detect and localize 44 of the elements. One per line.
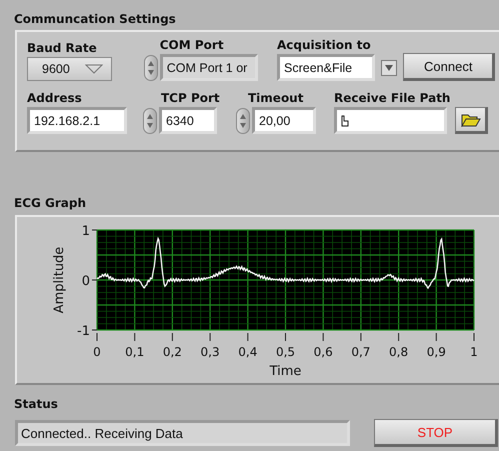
axis-title: Time <box>270 364 302 379</box>
file-path-field[interactable] <box>334 107 447 134</box>
dropdown-arrow-icon <box>385 64 393 70</box>
baud-rate-dropdown[interactable]: 9600 <box>27 57 112 81</box>
field-label: Timeout <box>247 91 304 105</box>
tick-label: -1 <box>77 324 90 339</box>
tick-label: 0,7 <box>351 345 370 359</box>
tick-label: 0,6 <box>314 345 333 359</box>
tick-label: 0,2 <box>162 345 182 359</box>
field-label: Address <box>27 91 83 105</box>
field-label: COM Port <box>158 38 225 52</box>
section-title: Status <box>13 396 59 413</box>
tick-label: 0 <box>93 345 101 359</box>
dropdown-button[interactable] <box>381 60 397 76</box>
tick-label: 0,3 <box>200 345 220 359</box>
field-label: TCP Port <box>160 91 221 105</box>
spinner-button[interactable] <box>236 108 250 134</box>
section-title: ECG Graph <box>13 195 88 212</box>
address-field[interactable]: 192.168.2.1 <box>27 107 127 134</box>
tick-label: 0,5 <box>276 345 296 359</box>
folder-icon <box>460 112 480 126</box>
field-label: Acquisition to <box>277 38 372 52</box>
tick-label: 0,4 <box>238 345 258 359</box>
tick-label: 0,1 <box>125 345 144 359</box>
browse-button[interactable] <box>455 107 488 134</box>
com-port-field[interactable]: COM Port 1 or <box>160 54 258 81</box>
spinner-button[interactable] <box>143 108 157 134</box>
tcp-port-field[interactable]: 6340 <box>159 107 217 134</box>
tick-label: 0 <box>82 274 90 289</box>
timeout-field[interactable]: 20,00 <box>252 107 316 134</box>
tick-label: 0,9 <box>426 345 446 359</box>
field-label: Receive File Path <box>334 91 452 105</box>
tick-label: 1 <box>470 345 478 359</box>
tick-label: 0,8 <box>389 345 408 359</box>
field-label: Baud Rate <box>27 41 98 55</box>
dropdown-arrow-icon <box>85 64 103 74</box>
path-icon <box>341 114 349 126</box>
tick-label: 1 <box>82 224 90 239</box>
connect-button[interactable]: Connect <box>403 53 495 81</box>
spinner-button[interactable] <box>144 54 158 80</box>
section-title: Communcation Settings <box>13 11 177 28</box>
status-field: Connected.. Receiving Data <box>15 420 350 446</box>
axis-title: Amplitude <box>52 246 67 314</box>
acquisition-field[interactable]: Screen&File <box>277 54 375 81</box>
